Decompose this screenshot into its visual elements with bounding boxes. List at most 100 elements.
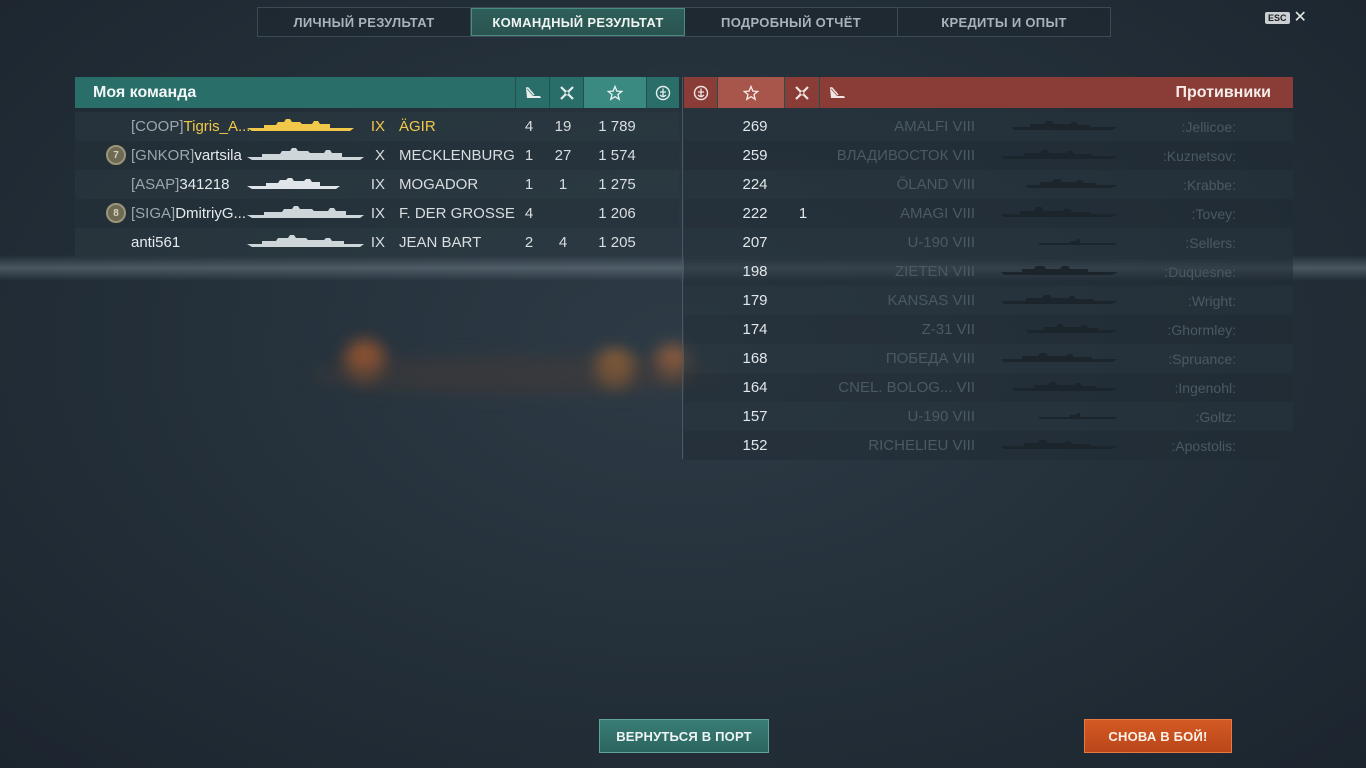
- table-row[interactable]: 157 U-190 VIII :Goltz:: [684, 402, 1293, 431]
- frags-value: 27: [554, 147, 572, 164]
- team-divider: [682, 77, 683, 459]
- score-value: 174: [742, 321, 768, 338]
- ship-sunk-icon[interactable]: [819, 77, 854, 108]
- ship-silhouette-icon: [1000, 119, 1120, 131]
- frags-value: 4: [558, 234, 568, 251]
- table-row[interactable]: 164 CNEL. BOLOG... VII:Ingenohl:: [684, 373, 1293, 402]
- player-name: :Sellers:: [1185, 234, 1236, 251]
- rank-badge: 7: [106, 145, 126, 165]
- enemy-team-table: 269 AMALFI VIII:Jellicoe: 259 ВЛАДИВОСТОК …: [684, 112, 1293, 460]
- clan-tag: [ASAP]: [131, 176, 180, 193]
- battle-again-button[interactable]: СНОВА В БОЙ!: [1084, 719, 1232, 753]
- ship-name: ПОБЕДА VIII: [885, 350, 975, 367]
- emblem-icon[interactable]: [646, 77, 679, 108]
- ship-name: KANSAS VIII: [887, 292, 975, 309]
- player-name: :Spruance:: [1168, 350, 1236, 367]
- my-team-title: Моя команда: [93, 83, 197, 101]
- player-nick: DmitriyG...: [175, 205, 247, 222]
- return-to-port-button[interactable]: ВЕРНУТЬСЯ В ПОРТ: [599, 719, 769, 753]
- player-name: [COOP]Tigris_A...: [131, 118, 250, 135]
- table-row[interactable]: 179 KANSAS VIII:Wright:: [684, 286, 1293, 315]
- player-name: [ASAP]341218: [131, 176, 229, 193]
- table-row[interactable]: 8 [SIGA]DmitriyG... IX F. DER GROSSE 4 1…: [75, 199, 679, 228]
- frags-icon[interactable]: [549, 77, 583, 108]
- table-row[interactable]: [ASAP]341218 IX MOGADOR 1 1 1 275: [75, 170, 679, 199]
- score-value: 222: [742, 205, 768, 222]
- ship-tier: IX: [370, 205, 385, 222]
- player-name: [SIGA]DmitriyG...: [131, 205, 246, 222]
- ship-silhouette-icon: [1000, 322, 1120, 334]
- table-row[interactable]: 7 [GNKOR]vartsila X MECKLENBURG 1 27 1 5…: [75, 141, 679, 170]
- tab-detailed-report[interactable]: ПОДРОБНЫЙ ОТЧЁТ: [685, 8, 898, 36]
- frags-value: 19: [554, 118, 572, 135]
- table-row[interactable]: 174 Z-31 VII:Ghormley:: [684, 315, 1293, 344]
- ship-silhouette-icon: [246, 176, 342, 190]
- frags-icon[interactable]: [784, 77, 819, 108]
- ship-silhouette-icon: [1000, 409, 1120, 421]
- ship-name: ВЛАДИВОСТОК VIII: [836, 147, 975, 164]
- emblem-icon[interactable]: [684, 77, 717, 108]
- ship-name: U-190 VIII: [907, 408, 975, 425]
- enemy-team-header: Противники: [684, 77, 1293, 108]
- ship-silhouette-icon: [1000, 148, 1120, 160]
- ship-tier: IX: [370, 234, 385, 251]
- table-row[interactable]: anti561 IX JEAN BART 2 4 1 205: [75, 228, 679, 257]
- table-row[interactable]: 168 ПОБЕДА VIII:Spruance:: [684, 344, 1293, 373]
- player-name: :Ingenohl:: [1174, 379, 1237, 396]
- ship-silhouette-icon: [1000, 351, 1120, 363]
- ship-silhouette-icon: [1000, 380, 1120, 392]
- tab-credits-xp[interactable]: КРЕДИТЫ И ОПЫТ: [898, 8, 1110, 36]
- ships-sunk-value: 4: [524, 118, 534, 135]
- ship-tier: IX: [370, 118, 385, 135]
- ship-silhouette-icon: [1000, 235, 1120, 247]
- ships-sunk-value: 1: [524, 147, 534, 164]
- player-name: :Ghormley:: [1167, 321, 1236, 338]
- table-row[interactable]: [COOP]Tigris_A... IX ÄGIR 4 19 1 789: [75, 112, 679, 141]
- score-value: 207: [742, 234, 768, 251]
- player-name: :Kuznetsov:: [1162, 147, 1236, 164]
- background-smoke: [310, 355, 730, 395]
- player-name: :Jellicoe:: [1181, 118, 1236, 135]
- table-row[interactable]: 269 AMALFI VIII :Jellicoe:: [684, 112, 1293, 141]
- table-row[interactable]: 152 RICHELIEU VIII:Apostolis:: [684, 431, 1293, 460]
- tab-team-result[interactable]: КОМАНДНЫЙ РЕЗУЛЬТАТ: [471, 8, 685, 36]
- ship-silhouette-icon: [1000, 438, 1120, 450]
- ship-tier: IX: [370, 176, 385, 193]
- ship-name: JEAN BART: [399, 234, 482, 251]
- table-row[interactable]: 224 ÖLAND VIII:Krabbe:: [684, 170, 1293, 199]
- ship-sunk-icon[interactable]: [515, 77, 549, 108]
- star-icon[interactable]: [583, 77, 647, 108]
- ship-name: RICHELIEU VIII: [868, 437, 975, 454]
- score-value: 1 206: [598, 205, 636, 222]
- table-row[interactable]: 222 1 AMAGI VIII:Tovey:: [684, 199, 1293, 228]
- score-value: 224: [742, 176, 768, 193]
- ship-silhouette-icon: [1000, 177, 1120, 189]
- tab-personal-result[interactable]: ЛИЧНЫЙ РЕЗУЛЬТАТ: [258, 8, 471, 36]
- score-value: 269: [742, 118, 768, 135]
- ship-name: U-190 VIII: [907, 234, 975, 251]
- my-team-table: [COOP]Tigris_A... IX ÄGIR 4 19 1 789 7 […: [75, 112, 679, 257]
- table-row[interactable]: 198 ZIETEN VIII:Duquesne:: [684, 257, 1293, 286]
- score-value: 1 205: [598, 234, 636, 251]
- player-name: :Apostolis:: [1171, 437, 1236, 454]
- results-tabs: ЛИЧНЫЙ РЕЗУЛЬТАТ КОМАНДНЫЙ РЕЗУЛЬТАТ ПОД…: [257, 7, 1111, 37]
- ship-silhouette-icon: [1000, 206, 1120, 218]
- table-row[interactable]: 259 ВЛАДИВОСТОК VIII:Kuznetsov:: [684, 141, 1293, 170]
- ship-name: MOGADOR: [399, 176, 479, 193]
- score-value: 157: [742, 408, 768, 425]
- esc-key-label: ESC: [1265, 12, 1290, 24]
- player-name: :Tovey:: [1191, 205, 1236, 222]
- player-name: :Goltz:: [1195, 408, 1236, 425]
- score-value: 164: [742, 379, 768, 396]
- player-name: [GNKOR]vartsila: [131, 147, 242, 164]
- table-row[interactable]: 207 U-190 VIII :Sellers:: [684, 228, 1293, 257]
- player-name: anti561: [131, 234, 180, 251]
- star-icon[interactable]: [717, 77, 784, 108]
- ship-name: ÖLAND VIII: [896, 176, 975, 193]
- close-button[interactable]: ESC ✕: [1265, 10, 1307, 26]
- ship-name: AMALFI VIII: [894, 118, 975, 135]
- player-name: :Duquesne:: [1164, 263, 1236, 280]
- score-value: 1 789: [598, 118, 636, 135]
- score-value: 198: [742, 263, 768, 280]
- player-nick: 341218: [179, 176, 230, 193]
